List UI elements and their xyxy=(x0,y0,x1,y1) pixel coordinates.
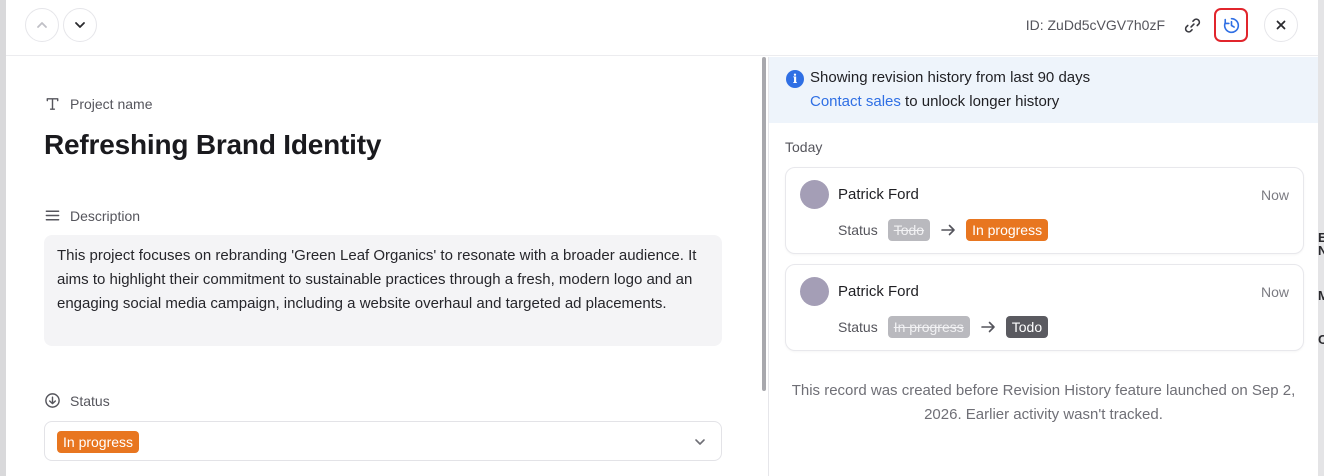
status-select[interactable]: In progress xyxy=(44,421,722,461)
old-value-badge: Todo xyxy=(887,219,931,241)
project-name-label: Project name xyxy=(44,95,152,112)
entry-change: Status Todo In progress xyxy=(838,219,1049,241)
field-label-text: Description xyxy=(70,207,141,224)
history-footer-note: This record was created before Revision … xyxy=(791,382,1296,423)
chevron-up-icon xyxy=(37,22,47,28)
entry-user: Patrick Ford xyxy=(838,186,919,203)
copy-link-button[interactable] xyxy=(1176,9,1208,41)
text-type-icon xyxy=(46,98,59,110)
contact-sales-link[interactable]: Contact sales xyxy=(810,93,901,110)
status-label: Status xyxy=(44,392,110,409)
previous-record-button[interactable] xyxy=(25,8,59,42)
old-value-badge: In progress xyxy=(887,316,970,338)
history-entry: Patrick Ford Now Status Todo In progress xyxy=(785,167,1304,254)
record-id: ID: ZuDd5cVGV7h0zF xyxy=(1025,17,1165,33)
record-detail-modal: ID: ZuDd5cVGV7h0zF Project name Refreshi… xyxy=(6,0,1318,476)
entry-time: Now xyxy=(1260,284,1289,300)
background-text: N xyxy=(1318,243,1324,258)
changed-field: Status xyxy=(838,319,878,335)
close-icon xyxy=(1276,20,1286,30)
history-limit-banner: i Showing revision history from last 90 … xyxy=(769,57,1318,123)
new-value-badge: In progress xyxy=(966,219,1049,241)
arrow-right-icon xyxy=(980,321,995,333)
link-icon xyxy=(1184,17,1200,33)
status-badge: In progress xyxy=(57,431,140,453)
project-name-value[interactable]: Refreshing Brand Identity xyxy=(44,129,381,161)
entry-time: Now xyxy=(1260,187,1289,203)
changed-field: Status xyxy=(838,222,878,238)
entry-change: Status In progress Todo xyxy=(838,316,1049,338)
history-group-label: Today xyxy=(785,139,823,155)
next-record-button[interactable] xyxy=(63,8,97,42)
avatar xyxy=(800,277,829,306)
chevron-down-icon xyxy=(75,22,85,28)
banner-message: Contact sales to unlock longer history xyxy=(810,93,1059,110)
description-label: Description xyxy=(44,207,140,224)
close-button[interactable] xyxy=(1264,8,1298,42)
field-label-text: Status xyxy=(70,392,110,409)
text-lines-icon xyxy=(45,210,60,221)
revision-history-button[interactable] xyxy=(1214,8,1248,42)
banner-suffix: to unlock longer history xyxy=(900,93,1060,110)
banner-title: Showing revision history from last 90 da… xyxy=(810,69,1091,86)
avatar xyxy=(800,180,829,209)
new-value-badge: Todo xyxy=(1005,316,1049,338)
arrow-right-icon xyxy=(941,224,955,236)
field-label-text: Project name xyxy=(70,95,153,112)
info-icon: i xyxy=(786,70,804,88)
revision-history-panel: i Showing revision history from last 90 … xyxy=(769,57,1318,476)
description-textarea[interactable]: This project focuses on rebranding 'Gree… xyxy=(44,235,722,346)
entry-user: Patrick Ford xyxy=(838,283,919,300)
chevron-down-icon xyxy=(695,439,705,445)
record-fields-panel: Project name Refreshing Brand Identity D… xyxy=(6,57,763,476)
background-text: M xyxy=(1318,288,1324,303)
scrollbar-thumb[interactable] xyxy=(762,57,766,391)
status-circle-arrow-icon xyxy=(45,393,60,408)
history-clock-icon xyxy=(1223,17,1239,33)
history-entry: Patrick Ford Now Status In progress Todo xyxy=(785,264,1304,351)
background-text: C xyxy=(1318,332,1324,347)
modal-header: ID: ZuDd5cVGV7h0zF xyxy=(6,0,1318,56)
